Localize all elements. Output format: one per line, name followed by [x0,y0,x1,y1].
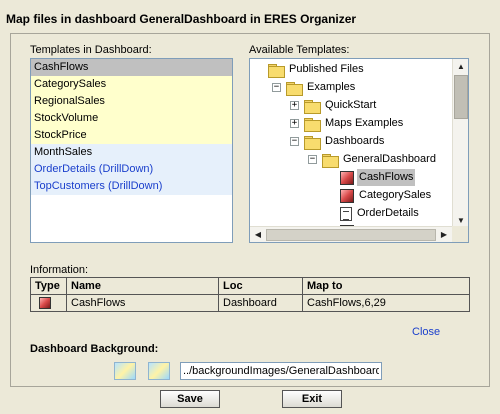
table-header-row: Type Name Loc Map to [30,277,470,295]
available-templates-tree[interactable]: Published Files − Examples + QuickStart + Maps… [249,58,469,243]
tree-node[interactable]: CategorySales [340,187,433,204]
name-cell: CashFlows [66,294,219,312]
loc-cell: Dashboard [218,294,303,312]
list-item[interactable]: StockPrice [31,127,232,144]
scroll-right-arrow-icon[interactable]: ▶ [436,230,452,239]
map-to-cell: CashFlows,6,29 [302,294,470,312]
tree-node-label: CategorySales [359,189,432,201]
tree-node-label: Examples [307,81,356,93]
list-item[interactable]: StockVolume [31,110,232,127]
list-item[interactable]: TopCustomers (DrillDown) [31,178,232,195]
list-item[interactable]: CashFlows [31,59,232,76]
scroll-up-arrow-icon[interactable]: ▲ [453,62,468,71]
browse-image-icon[interactable] [148,362,170,380]
tree-node[interactable]: OrderDetails [340,205,421,222]
close-link[interactable]: Close [412,326,440,338]
information-label: Information: [30,264,89,276]
tree-node-label: GeneralDashboard [343,153,436,165]
tree-node-label: QuickStart [325,99,377,111]
dialog-title: Map files in dashboard GeneralDashboard … [6,12,357,26]
templates-label: Templates in Dashboard: [30,44,152,56]
list-item[interactable]: RegionalSales [31,93,232,110]
tree-node[interactable]: + QuickStart [290,97,378,114]
save-button[interactable]: Save [160,390,220,408]
folder-icon [304,135,321,150]
tree-node[interactable]: + Maps Examples [290,115,405,132]
column-header: Type [30,277,67,295]
information-table: Type Name Loc Map to CashFlows Dashboard… [30,277,470,312]
list-item[interactable]: CategorySales [31,76,232,93]
scroll-corner [452,226,468,242]
folder-icon [304,117,321,132]
vertical-scrollbar[interactable]: ▲ ▼ [452,59,468,228]
select-image-icon[interactable] [114,362,136,380]
cube-icon [340,170,354,185]
column-header: Loc [218,277,303,295]
tree-node-label: Dashboards [325,135,385,147]
folder-icon [268,63,285,78]
collapse-icon[interactable]: − [272,83,281,92]
horizontal-scrollbar[interactable]: ◀ ▶ [250,226,452,242]
dashboard-background-label: Dashboard Background: [30,343,159,355]
scroll-down-arrow-icon[interactable]: ▼ [453,216,468,225]
folder-icon [304,99,321,114]
folder-icon [286,81,303,96]
tree-node-label: Maps Examples [325,117,404,129]
tree-node[interactable]: Published Files [268,61,366,78]
tree-node-label: OrderDetails [357,207,419,219]
horizontal-scroll-thumb[interactable] [266,229,436,241]
tree-node[interactable]: − GeneralDashboard [308,151,438,168]
exit-button[interactable]: Exit [282,390,342,408]
background-path-input[interactable] [180,362,382,380]
scroll-left-arrow-icon[interactable]: ◀ [250,230,266,239]
collapse-icon[interactable]: − [308,155,317,164]
type-cell [30,294,67,312]
collapse-icon[interactable]: − [290,137,299,146]
cube-icon [39,297,51,310]
vertical-scroll-thumb[interactable] [454,75,468,119]
tree-node[interactable]: − Examples [272,79,357,96]
available-templates-label: Available Templates: [249,44,350,56]
column-header: Map to [302,277,470,295]
tree-node[interactable]: CashFlows [340,169,416,186]
tree-node-label: CashFlows [357,169,416,186]
list-item[interactable]: OrderDetails (DrillDown) [31,161,232,178]
expand-icon[interactable]: + [290,119,299,128]
expand-icon[interactable]: + [290,101,299,110]
templates-list[interactable]: CashFlows CategorySales RegionalSales Stock… [30,58,233,243]
tree-node-label: Published Files [289,63,364,75]
folder-icon [322,153,339,168]
document-icon [340,206,352,221]
column-header: Name [66,277,219,295]
table-row[interactable]: CashFlows Dashboard CashFlows,6,29 [30,294,470,312]
tree-node[interactable]: − Dashboards [290,133,386,150]
cube-icon [340,188,354,203]
list-item[interactable]: MonthSales [31,144,232,161]
